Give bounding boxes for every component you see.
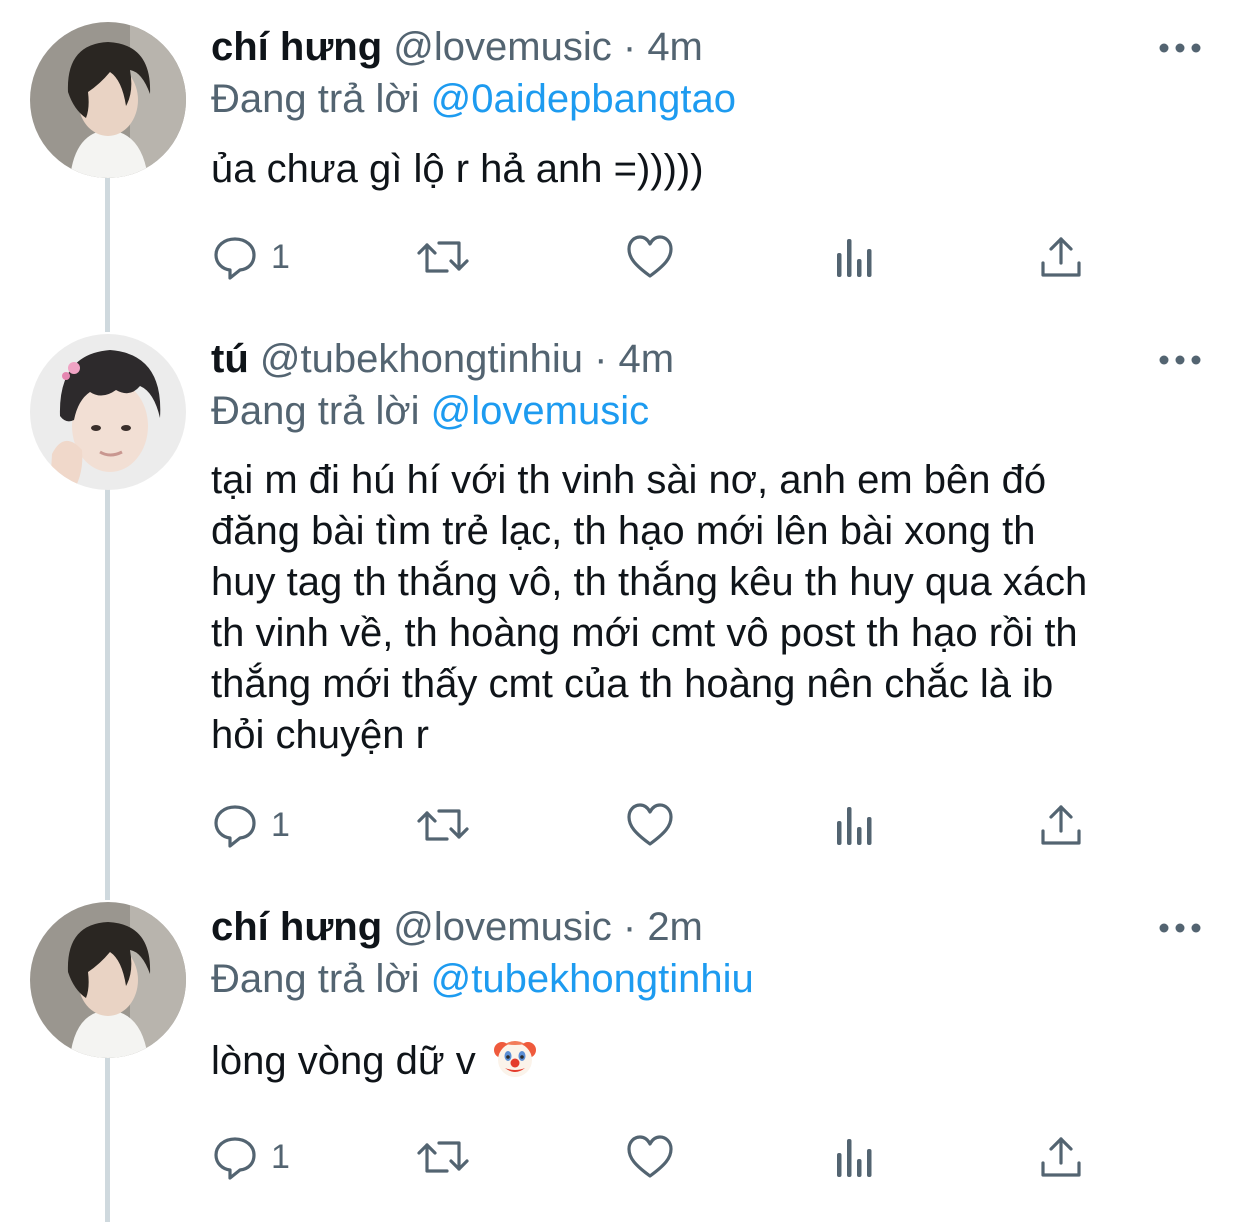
tweet-text: tại m đi hú hí với th vinh sài nơ, anh e… bbox=[211, 455, 1211, 761]
tweet-text-content: lòng vòng dữ v bbox=[211, 1039, 476, 1083]
separator-dot: · bbox=[594, 337, 608, 381]
reply-button[interactable]: 1 bbox=[211, 1132, 290, 1182]
separator-dot: · bbox=[622, 25, 637, 69]
like-button[interactable] bbox=[625, 1132, 675, 1182]
tweet-text: ủa chưa gì lộ r hả anh =))))) bbox=[211, 147, 704, 191]
timestamp[interactable]: 4m bbox=[647, 25, 703, 69]
retweet-button[interactable] bbox=[415, 1132, 471, 1182]
timestamp[interactable]: 2m bbox=[647, 905, 703, 949]
display-name[interactable]: chí hưng bbox=[211, 905, 382, 949]
reply-count: 1 bbox=[271, 1137, 290, 1176]
replying-to: Đang trả lời @0aidepbangtao bbox=[211, 74, 736, 124]
tweet-text: lòng vòng dữ v bbox=[211, 1036, 1211, 1087]
tweet-text-line: thắng mới thấy cmt của th hoàng nên chắc… bbox=[211, 662, 1054, 706]
tweet-text-line: tại m đi hú hí với th vinh sài nơ, anh e… bbox=[211, 458, 1047, 502]
mention-link[interactable]: @tubekhongtinhiu bbox=[431, 957, 754, 1001]
retweet-button[interactable] bbox=[415, 232, 471, 282]
comment-icon bbox=[214, 805, 256, 848]
reply-count: 1 bbox=[271, 237, 290, 276]
like-icon bbox=[627, 803, 673, 846]
tweet-text-line: hỏi chuyện r bbox=[211, 713, 429, 757]
reply-button[interactable]: 1 bbox=[211, 800, 290, 850]
share-button[interactable] bbox=[1039, 232, 1083, 282]
tweet[interactable]: tú @tubekhongtinhiu · 4m Đang trả lời @l… bbox=[0, 334, 1242, 874]
reply-count: 1 bbox=[271, 805, 290, 844]
tweet[interactable]: chí hưng @lovemusic · 4m Đang trả lời @0… bbox=[0, 22, 1242, 322]
comment-icon bbox=[214, 237, 256, 280]
avatar[interactable] bbox=[30, 22, 186, 178]
action-bar: 1 bbox=[211, 232, 1111, 282]
analytics-icon bbox=[837, 807, 872, 845]
separator-dot: · bbox=[622, 905, 637, 949]
action-bar: 1 bbox=[211, 800, 1111, 850]
mention-link[interactable]: @0aidepbangtao bbox=[431, 77, 736, 121]
clown-face-emoji bbox=[493, 1041, 536, 1077]
avatar[interactable] bbox=[30, 334, 186, 490]
tweet-text-line: đăng bài tìm trẻ lạc, th hạo mới lên bài… bbox=[211, 509, 1036, 553]
share-icon bbox=[1041, 237, 1081, 277]
mention-link[interactable]: @lovemusic bbox=[431, 389, 649, 433]
replying-label: Đang trả lời bbox=[211, 77, 420, 121]
avatar-photo bbox=[30, 334, 186, 490]
replying-to: Đang trả lời @lovemusic bbox=[211, 386, 649, 436]
like-button[interactable] bbox=[625, 800, 675, 850]
retweet-icon bbox=[417, 809, 469, 841]
replying-to: Đang trả lời @tubekhongtinhiu bbox=[211, 954, 754, 1004]
share-icon bbox=[1041, 1137, 1081, 1177]
replying-label: Đang trả lời bbox=[211, 389, 420, 433]
reply-button[interactable]: 1 bbox=[211, 232, 290, 282]
comment-icon bbox=[214, 1137, 256, 1180]
like-icon bbox=[627, 1135, 673, 1178]
analytics-button[interactable] bbox=[833, 800, 877, 850]
avatar-photo bbox=[30, 22, 186, 178]
retweet-icon bbox=[417, 1141, 469, 1173]
tweet-text-line: th vinh về, th hoàng mới cmt vô post th … bbox=[211, 611, 1078, 655]
more-icon[interactable] bbox=[1158, 350, 1202, 370]
retweet-icon bbox=[417, 241, 469, 273]
tweet-header: chí hưng @lovemusic · 2m bbox=[211, 902, 703, 952]
tweet[interactable]: chí hưng @lovemusic · 2m Đang trả lời @t… bbox=[0, 902, 1242, 1202]
user-handle[interactable]: @lovemusic bbox=[393, 905, 611, 949]
retweet-button[interactable] bbox=[415, 800, 471, 850]
share-button[interactable] bbox=[1039, 1132, 1083, 1182]
like-icon bbox=[627, 235, 673, 278]
avatar[interactable] bbox=[30, 902, 186, 1058]
tweet-header: chí hưng @lovemusic · 4m bbox=[211, 22, 703, 72]
analytics-button[interactable] bbox=[833, 1132, 877, 1182]
tweet-text-line: huy tag th thắng vô, th thắng kêu th huy… bbox=[211, 560, 1088, 604]
replying-label: Đang trả lời bbox=[211, 957, 420, 1001]
analytics-button[interactable] bbox=[833, 232, 877, 282]
more-icon[interactable] bbox=[1158, 918, 1202, 938]
display-name[interactable]: chí hưng bbox=[211, 25, 382, 69]
user-handle[interactable]: @lovemusic bbox=[393, 25, 611, 69]
more-icon[interactable] bbox=[1158, 38, 1202, 58]
action-bar: 1 bbox=[211, 1132, 1111, 1182]
avatar-photo bbox=[30, 902, 186, 1058]
display-name[interactable]: tú bbox=[211, 337, 249, 381]
user-handle[interactable]: @tubekhongtinhiu bbox=[260, 337, 583, 381]
analytics-icon bbox=[837, 1139, 872, 1177]
share-button[interactable] bbox=[1039, 800, 1083, 850]
analytics-icon bbox=[837, 239, 872, 277]
tweet-header: tú @tubekhongtinhiu · 4m bbox=[211, 334, 674, 384]
timestamp[interactable]: 4m bbox=[619, 337, 675, 381]
share-icon bbox=[1041, 805, 1081, 845]
like-button[interactable] bbox=[625, 232, 675, 282]
